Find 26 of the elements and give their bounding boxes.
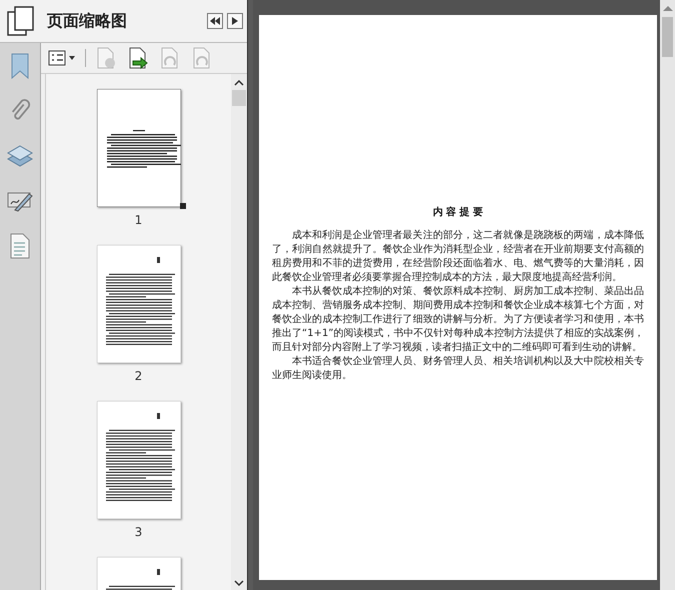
page-heading: 内 容 提 要: [432, 205, 484, 219]
collapse-button[interactable]: [207, 13, 223, 29]
double-left-triangle-icon: [210, 17, 220, 25]
layers-icon[interactable]: [7, 144, 33, 168]
expand-button[interactable]: [227, 13, 243, 29]
page-thumbnail[interactable]: [96, 245, 180, 363]
paragraph: 本书从餐饮成本控制的对策、餐饮原料成本控制、厨房加工成本控制、菜品出品成本控制、营销服务成本控制、期间费用成本控制和餐饮企业成本核算七个方面，对餐饮企业的成本控制工作进行了细致的讲解与分析。为了方便读者学习和使用，本书推出了“1+1”的阅读模式，书中不仅针对每种成本控制方法提供了相应的实战案例，而且针对部分内容附上了学习视频，读者扫描正文中的二维码即可看到生动的讲解。: [272, 285, 644, 355]
scroll-up-icon[interactable]: [234, 80, 244, 86]
scrollbar[interactable]: [231, 74, 247, 590]
page-number: 3: [134, 525, 142, 539]
options-button[interactable]: [47, 49, 77, 67]
scrollbar[interactable]: [660, 0, 675, 590]
scroll-down-icon[interactable]: [234, 580, 244, 586]
document-icon[interactable]: [10, 233, 30, 259]
panel-title: 页面缩略图: [47, 10, 127, 32]
scroll-thumb[interactable]: [232, 90, 246, 106]
pages-icon[interactable]: [6, 6, 34, 36]
pen-signature-icon[interactable]: [7, 190, 33, 212]
paragraph: 成本和利润是企业管理者最关注的部分，这二者就像是跷跷板的两端，成本降低了，利润自然就提升了。餐饮企业作为消耗型企业，经营者在开业前期要支付高额的租房费用和不菲的进货费用，在经营阶段还面临着水、电、燃气费等的大量消耗，因此餐饮企业管理者必须要掌握合理控制成本的方法，最大限度地提高经营利润。: [272, 229, 644, 285]
page-thumbnail[interactable]: [96, 89, 180, 207]
right-triangle-icon: [232, 17, 238, 25]
scroll-thumb[interactable]: [662, 17, 673, 57]
page-thumbnail[interactable]: [96, 401, 180, 519]
paragraph: 本书适合餐饮企业管理人员、财务管理人员、相关培训机构以及大中院校相关专业师生阅读使用。: [272, 355, 644, 383]
page-number: 1: [134, 213, 142, 227]
page-number: 2: [134, 369, 142, 383]
